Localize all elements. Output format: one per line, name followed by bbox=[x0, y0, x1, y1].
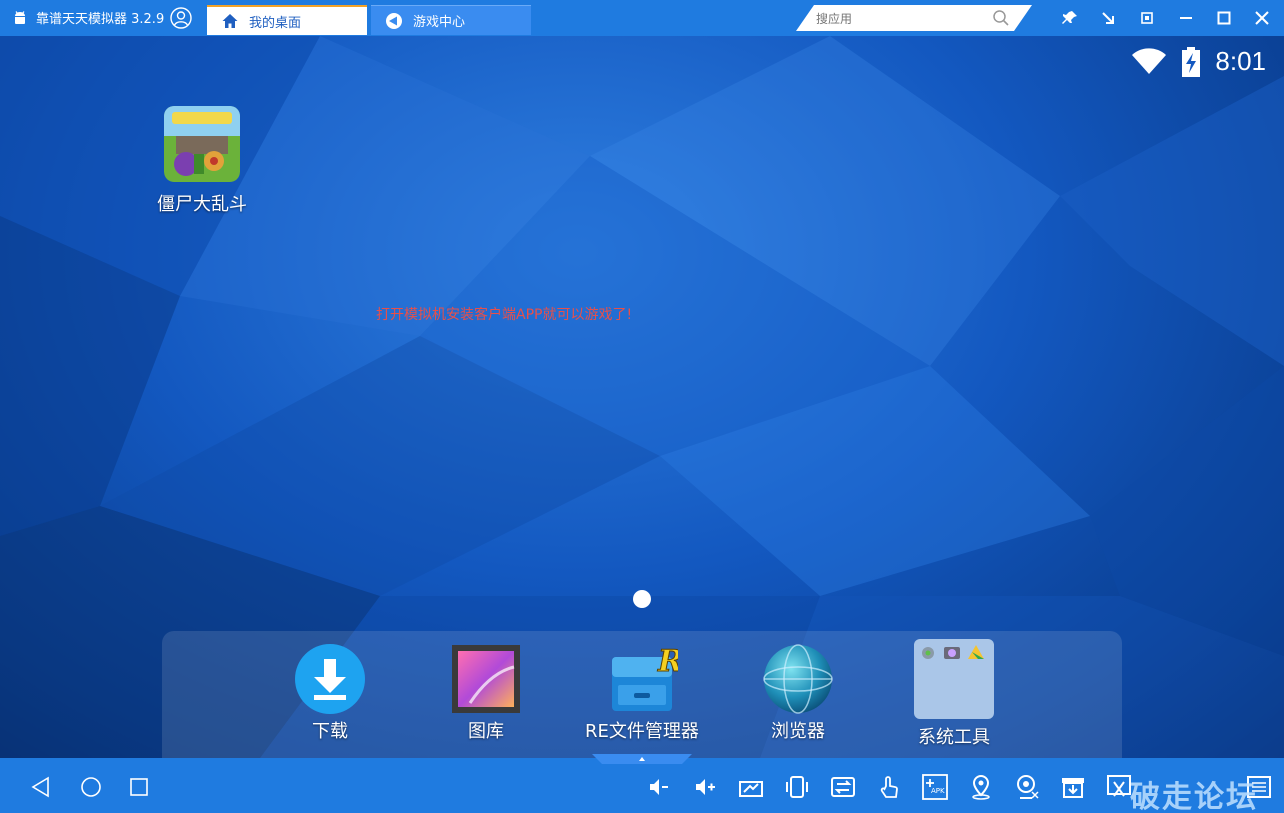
download-icon bbox=[295, 644, 365, 714]
search-icon[interactable] bbox=[992, 9, 1010, 27]
dock-label: 下载 bbox=[312, 721, 348, 742]
forum-watermark: 破走论坛 bbox=[1130, 780, 1258, 813]
rotate-icon[interactable] bbox=[830, 774, 856, 800]
gallery-icon bbox=[452, 645, 520, 713]
user-account-icon[interactable] bbox=[170, 7, 192, 29]
dock-item-system-tools[interactable]: 系统工具 bbox=[884, 639, 1024, 749]
wifi-icon bbox=[1132, 47, 1167, 74]
cut-icon[interactable] bbox=[1106, 774, 1132, 800]
pin-icon[interactable] bbox=[1060, 8, 1080, 28]
box-icon[interactable] bbox=[1060, 774, 1086, 800]
tab-label: 游戏中心 bbox=[413, 15, 466, 30]
dock-expand-handle[interactable] bbox=[592, 754, 692, 764]
location-icon[interactable] bbox=[968, 774, 994, 800]
install-apk-button[interactable]: APK bbox=[922, 774, 948, 800]
back-icon[interactable] bbox=[30, 776, 52, 798]
camera-icon[interactable] bbox=[1014, 774, 1040, 800]
arrow-down-right-icon[interactable] bbox=[1098, 8, 1118, 28]
clock: 8:01 bbox=[1215, 46, 1266, 76]
app-brand: 靠谱天天模拟器 3.2.9 bbox=[12, 8, 164, 27]
app-search bbox=[796, 5, 1032, 31]
volume-down-icon[interactable] bbox=[646, 774, 672, 800]
install-hint-text: 打开模拟机安装客户端APP就可以游戏了! bbox=[376, 307, 633, 323]
app-dock: 下载 图库 RE文件管理器 浏览器 系统工具 bbox=[162, 631, 1122, 758]
zombie-game-icon bbox=[164, 106, 240, 182]
svg-text:R: R bbox=[657, 644, 678, 679]
tab-my-desktop[interactable]: 我的桌面 bbox=[207, 5, 367, 35]
emulator-window: 靠谱天天模拟器 3.2.9 我的桌面 游戏中心 搜应用 8:01 僵尸大乱斗 打… bbox=[0, 0, 1284, 813]
dock-item-gallery[interactable]: 图库 bbox=[416, 643, 556, 743]
desktop-app-zombie-game[interactable]: 僵尸大乱斗 bbox=[150, 106, 254, 216]
minimize-icon[interactable] bbox=[1176, 8, 1196, 28]
dock-label: 图库 bbox=[468, 721, 504, 742]
android-status-bar: 8:01 bbox=[1131, 46, 1266, 77]
recents-icon[interactable] bbox=[128, 776, 150, 798]
dock-item-file-manager[interactable]: R RE文件管理器 bbox=[572, 643, 712, 743]
page-indicator-dot bbox=[633, 590, 651, 608]
bottom-toolbar: APK 破走论坛 bbox=[0, 754, 1284, 813]
volume-up-icon[interactable] bbox=[692, 774, 718, 800]
android-desktop: 8:01 僵尸大乱斗 打开模拟机安装客户端APP就可以游戏了! 下载 图库 RE… bbox=[0, 36, 1284, 758]
screenshot-icon[interactable] bbox=[738, 774, 764, 800]
title-bar: 靠谱天天模拟器 3.2.9 我的桌面 游戏中心 bbox=[0, 0, 1284, 36]
system-tools-folder-icon bbox=[914, 639, 994, 719]
gamepad-icon bbox=[386, 12, 402, 29]
mini-mode-icon[interactable] bbox=[1137, 8, 1157, 28]
search-input[interactable] bbox=[814, 8, 988, 30]
close-icon[interactable] bbox=[1252, 8, 1272, 28]
app-label: 僵尸大乱斗 bbox=[157, 194, 247, 215]
dock-label: RE文件管理器 bbox=[585, 721, 699, 742]
browser-globe-icon bbox=[763, 644, 833, 714]
dock-item-browser[interactable]: 浏览器 bbox=[728, 643, 868, 743]
app-title: 靠谱天天模拟器 3.2.9 bbox=[36, 12, 165, 27]
tab-game-center[interactable]: 游戏中心 bbox=[371, 5, 531, 35]
battery-charging-icon bbox=[1182, 46, 1201, 77]
file-manager-icon: R bbox=[612, 644, 678, 711]
home-circle-icon[interactable] bbox=[80, 776, 102, 798]
dock-label: 系统工具 bbox=[918, 727, 990, 748]
dock-item-download[interactable]: 下载 bbox=[260, 643, 400, 743]
android-logo-icon bbox=[15, 10, 25, 24]
apk-label: APK bbox=[931, 787, 945, 795]
home-icon bbox=[222, 14, 238, 28]
shake-icon[interactable] bbox=[784, 774, 810, 800]
dock-label: 浏览器 bbox=[771, 721, 825, 742]
touch-icon[interactable] bbox=[876, 774, 902, 800]
tab-label: 我的桌面 bbox=[249, 15, 302, 31]
maximize-icon[interactable] bbox=[1214, 8, 1234, 28]
